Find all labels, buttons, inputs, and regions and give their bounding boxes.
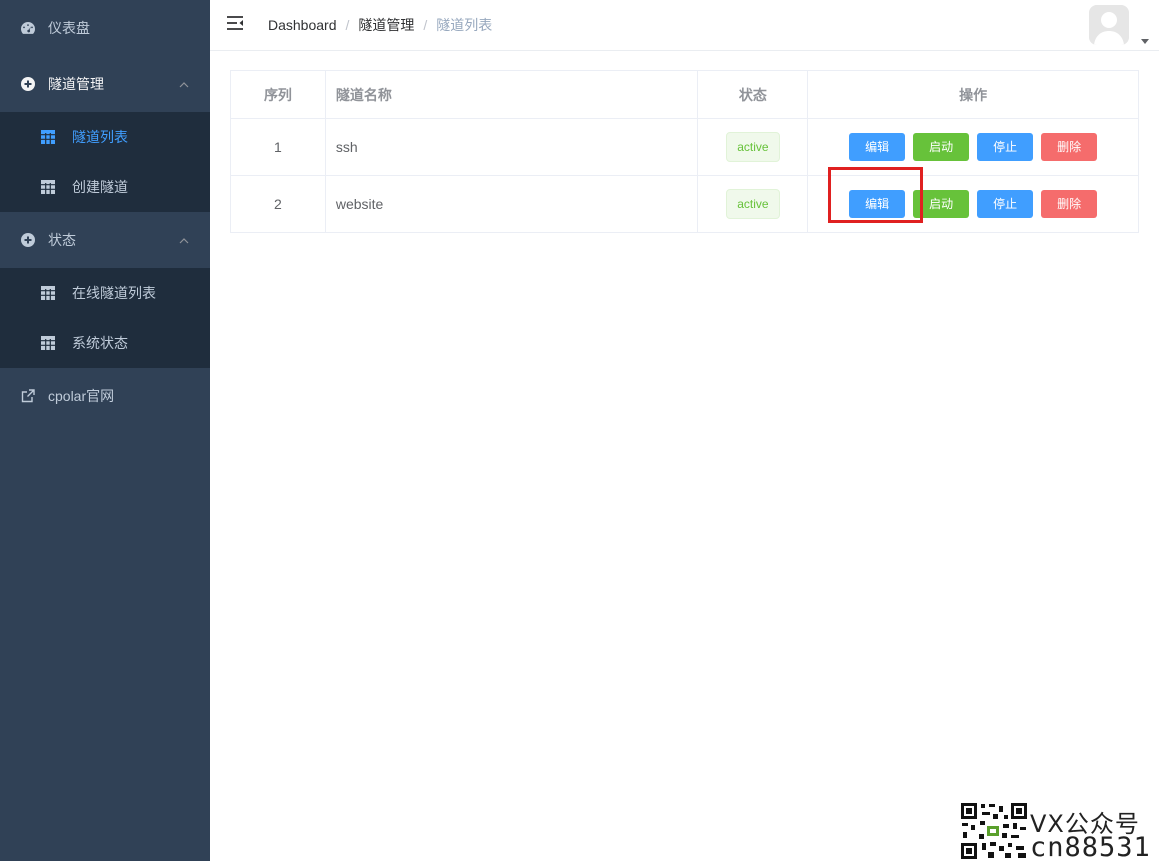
tunnel-name: website [324, 175, 699, 233]
app-root: 仪表盘 隧道管理 隧道列表 创建隧道 状态 在线隧道列表 系统状态 cpolar… [0, 0, 1159, 861]
tunnel-name: ssh [324, 118, 699, 176]
table-row: 2 website active 编辑 启动 停止 删除 [230, 175, 1139, 233]
sidebar: 仪表盘 隧道管理 隧道列表 创建隧道 状态 在线隧道列表 系统状态 cpolar… [0, 0, 210, 861]
edit-button[interactable]: 编辑 [849, 190, 906, 218]
plus-circle-icon [20, 76, 36, 92]
grid-icon [40, 129, 56, 145]
sidebar-item-label: cpolar官网 [48, 388, 115, 404]
chevron-up-icon [178, 234, 190, 246]
grid-icon [40, 179, 56, 195]
row-index: 2 [230, 175, 326, 233]
sidebar-item-dashboard[interactable]: 仪表盘 [0, 0, 210, 56]
avatar[interactable] [1089, 5, 1129, 45]
sidebar-item-label: 仪表盘 [48, 20, 90, 36]
sidebar-item-system-status[interactable]: 系统状态 [0, 318, 210, 368]
breadcrumb-separator: / [423, 17, 428, 33]
column-header-status: 状态 [697, 70, 809, 119]
plus-circle-icon [20, 232, 36, 248]
sidebar-item-label: 隧道列表 [72, 129, 128, 145]
sidebar-item-tunnel-list[interactable]: 隧道列表 [0, 112, 210, 162]
grid-icon [40, 285, 56, 301]
watermark-id: cn88531 [1030, 832, 1151, 861]
breadcrumb: Dashboard / 隧道管理 / 隧道列表 [268, 15, 492, 35]
status-badge: active [726, 132, 780, 162]
sidebar-item-label: 在线隧道列表 [72, 285, 156, 301]
watermark: VX公众号 cn88531 [958, 800, 1159, 861]
start-button[interactable]: 启动 [913, 190, 970, 218]
row-index: 1 [230, 118, 326, 176]
submenu-tunnel-management: 隧道列表 创建隧道 [0, 112, 210, 212]
status-badge: active [726, 189, 780, 219]
delete-button[interactable]: 删除 [1041, 190, 1098, 218]
breadcrumb-dashboard[interactable]: Dashboard [268, 17, 337, 33]
table-header-row: 序列 隧道名称 状态 操作 [230, 70, 1139, 119]
status-cell: active [697, 118, 809, 176]
sidebar-item-label: 创建隧道 [72, 179, 128, 195]
submenu-status: 在线隧道列表 系统状态 [0, 268, 210, 368]
user-avatar-icon [1089, 5, 1129, 45]
delete-button[interactable]: 删除 [1041, 133, 1098, 161]
navbar: Dashboard / 隧道管理 / 隧道列表 [210, 0, 1159, 51]
external-link-icon [20, 388, 36, 404]
breadcrumb-tunnel-management[interactable]: 隧道管理 [358, 15, 414, 35]
column-header-actions: 操作 [807, 70, 1139, 119]
sidebar-item-cpolar-website[interactable]: cpolar官网 [0, 368, 210, 424]
column-header-name: 隧道名称 [324, 70, 699, 119]
qr-code-icon [960, 802, 1028, 860]
column-header-index: 序列 [230, 70, 326, 119]
table-row: 1 ssh active 编辑 启动 停止 删除 [230, 118, 1139, 176]
sidebar-item-create-tunnel[interactable]: 创建隧道 [0, 162, 210, 212]
chevron-up-icon [178, 78, 190, 90]
grid-icon [40, 335, 56, 351]
sidebar-item-label: 状态 [48, 232, 76, 248]
status-cell: active [697, 175, 809, 233]
edit-button[interactable]: 编辑 [849, 133, 906, 161]
stop-button[interactable]: 停止 [977, 190, 1034, 218]
sidebar-item-label: 系统状态 [72, 335, 128, 351]
caret-down-icon[interactable] [1141, 32, 1149, 44]
breadcrumb-tunnel-list: 隧道列表 [436, 17, 493, 33]
actions-cell: 编辑 启动 停止 删除 [807, 118, 1139, 176]
stop-button[interactable]: 停止 [977, 133, 1034, 161]
sidebar-item-tunnel-management[interactable]: 隧道管理 [0, 56, 210, 112]
sidebar-item-status[interactable]: 状态 [0, 212, 210, 268]
sidebar-item-online-tunnels[interactable]: 在线隧道列表 [0, 268, 210, 318]
dashboard-icon [20, 20, 36, 36]
start-button[interactable]: 启动 [913, 133, 970, 161]
sidebar-item-label: 隧道管理 [48, 76, 104, 92]
tunnel-table: 序列 隧道名称 状态 操作 1 ssh active 编辑 启动 停止 删除 2… [230, 70, 1139, 233]
actions-cell: 编辑 启动 停止 删除 [807, 175, 1139, 233]
hamburger-icon[interactable] [226, 15, 246, 35]
breadcrumb-separator: / [345, 17, 350, 33]
